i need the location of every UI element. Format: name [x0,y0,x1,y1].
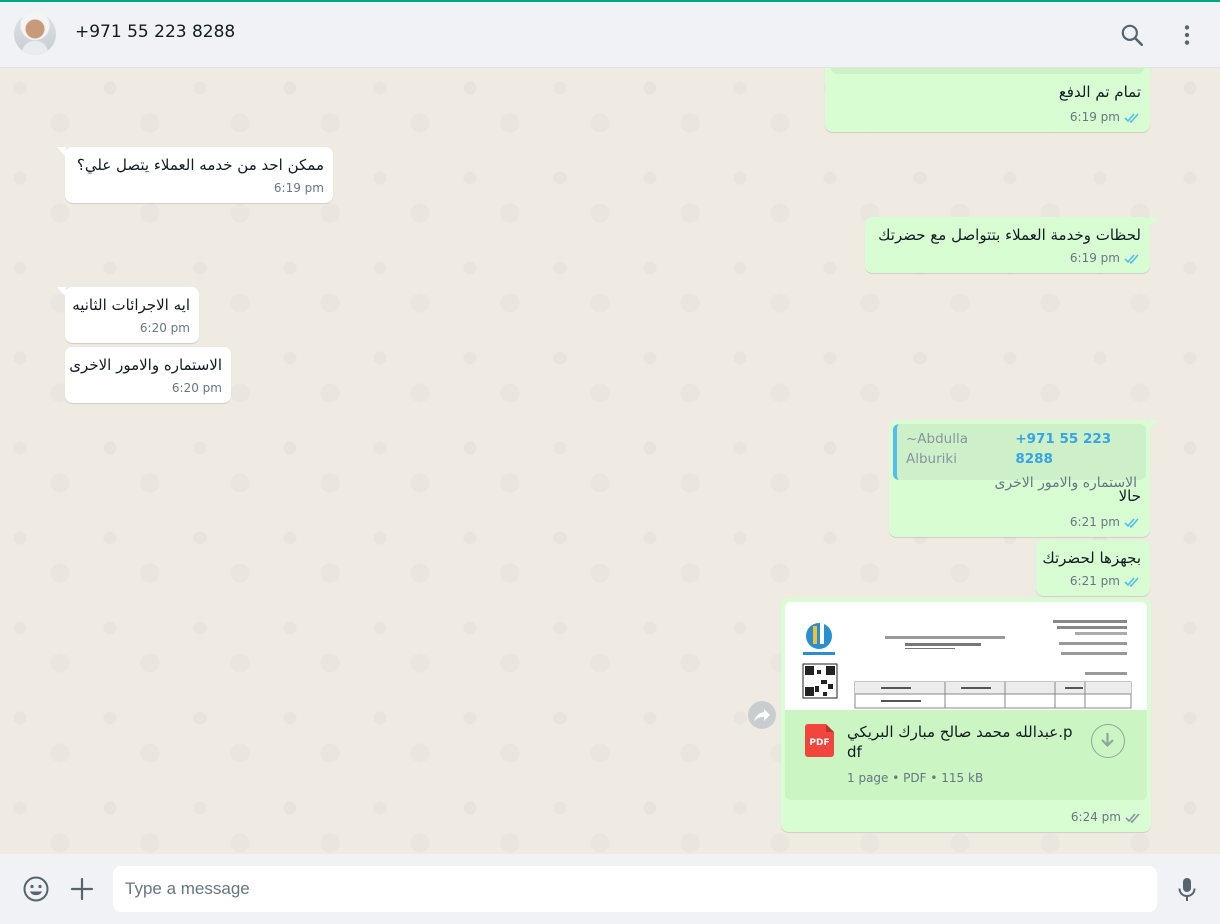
message-incoming[interactable]: الاستماره والامور الاخرى 6:20 pm [65,347,231,403]
message-outgoing[interactable]: بجهزها لحضرتك 6:21 pm [1036,540,1150,596]
message-meta: 6:24 pm [1071,807,1142,827]
quote-text: الاستماره والامور الاخرى [994,475,1137,491]
message-input[interactable] [113,866,1157,912]
document-filename: عبدالله محمد صالح مبارك البريكي.pdf [847,723,1073,761]
message-incoming[interactable]: ايه الاجرائات الثانيه 6:20 pm [57,287,199,343]
document-pages: 1 page [847,771,889,785]
document-page-image [785,602,1147,710]
bubble-tail [1149,420,1158,430]
contact-avatar[interactable] [14,13,56,55]
message-meta: 6:19 pm [1070,107,1141,127]
quote-author-name: ~Abdulla Alburiki [906,431,969,467]
message-list[interactable]: تمام تم الدفع 6:19 pm ممكن احد من خدمه ا… [0,68,1220,854]
message-composer [0,854,1220,924]
mic-icon[interactable] [1173,875,1201,903]
pdf-file-icon: PDF [805,724,834,757]
read-ticks-icon [1124,112,1139,123]
meta-separator: • [892,771,904,785]
document-meta: 1 page • PDF • 115 kB [847,768,983,788]
attach-icon[interactable] [68,875,96,903]
message-outgoing-document[interactable]: PDF عبدالله محمد صالح مبارك البريكي.pdf … [781,598,1151,832]
document-info[interactable]: PDF عبدالله محمد صالح مبارك البريكي.pdf … [785,710,1147,800]
forward-icon [754,709,770,722]
message-time: 6:19 pm [273,181,324,195]
message-time: 6:20 pm [139,321,190,335]
document-size: 115 kB [941,771,984,785]
message-text: حالا [1118,487,1141,505]
message-outgoing-reply[interactable]: ~Abdulla Alburiki +971 55 223 8288 الاست… [889,420,1158,537]
read-ticks-icon [1124,253,1139,264]
message-time: 6:24 pm [1070,810,1121,824]
forward-button[interactable] [748,701,776,729]
message-meta: 6:20 pm [172,378,222,398]
read-ticks-icon [1125,812,1140,823]
message-time: 6:21 pm [1069,574,1120,588]
message-time: 6:19 pm [1069,251,1120,265]
menu-icon[interactable] [1174,22,1200,48]
message-outgoing[interactable]: لحظات وخدمة العملاء بتتواصل مع حضرتك 6:1… [865,217,1158,273]
message-text: الاستماره والامور الاخرى [69,356,222,374]
message-text: ممكن احد من خدمه العملاء يتصل علي؟ [76,156,324,174]
meta-separator: • [930,771,942,785]
read-ticks-icon [1124,576,1139,587]
message-meta: 6:20 pm [140,318,190,338]
bubble-tail [57,147,66,157]
message-incoming[interactable]: ممكن احد من خدمه العملاء يتصل علي؟ 6:19 … [57,147,333,203]
emoji-icon[interactable] [22,875,50,903]
contact-name[interactable]: +971 55 223 8288 [75,22,235,42]
message-meta: 6:21 pm [1070,512,1141,532]
download-icon [1101,733,1114,748]
message-meta: 6:19 pm [1070,248,1141,268]
search-icon[interactable] [1119,22,1145,48]
message-text: بجهزها لحضرتك [1042,549,1141,567]
message-time: 6:20 pm [171,381,222,395]
quoted-preview-cut [831,68,1144,74]
chat-header: +971 55 223 8288 [0,2,1220,68]
quote-author-phone: +971 55 223 8288 [1015,431,1112,467]
message-text: لحظات وخدمة العملاء بتتواصل مع حضرتك [878,226,1141,244]
message-time: 6:21 pm [1069,515,1120,529]
bubble-tail [1149,217,1158,227]
document-type: PDF [903,771,927,785]
download-button[interactable] [1091,724,1125,758]
message-text: تمام تم الدفع [1058,83,1141,101]
message-time: 6:19 pm [1069,110,1120,124]
message-outgoing[interactable]: تمام تم الدفع 6:19 pm [825,68,1150,132]
read-ticks-icon [1124,517,1139,528]
message-text: ايه الاجرائات الثانيه [72,296,190,314]
message-meta: 6:19 pm [274,178,324,198]
message-meta: 6:21 pm [1070,571,1141,591]
document-preview-thumbnail[interactable] [785,602,1147,710]
bubble-tail [57,287,66,297]
quoted-message[interactable]: ~Abdulla Alburiki +971 55 223 8288 الاست… [893,424,1146,491]
